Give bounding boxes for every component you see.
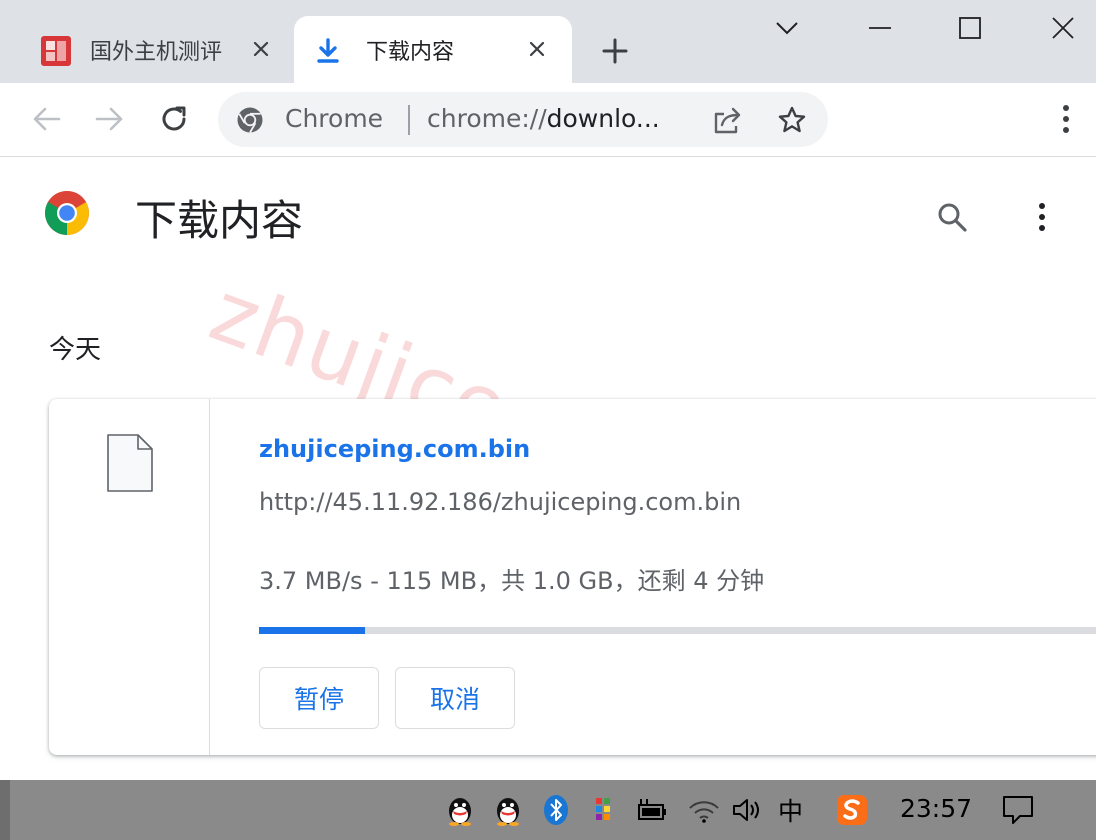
volume-icon[interactable] <box>730 792 766 828</box>
close-icon <box>1052 17 1074 39</box>
tab-close-icon[interactable] <box>520 32 554 66</box>
close-window-button[interactable] <box>1038 6 1088 50</box>
qq-icon[interactable] <box>490 792 526 828</box>
chevron-down-icon <box>776 22 798 35</box>
bluetooth-icon[interactable] <box>538 792 574 828</box>
tab-title: 国外主机测评 <box>90 40 223 65</box>
minimize-button[interactable] <box>855 6 905 50</box>
download-item-card: zhujiceping.com.bin http://45.11.92.186/… <box>49 399 1096 755</box>
chrome-site-icon <box>237 107 263 133</box>
battery-icon[interactable] <box>634 792 670 828</box>
download-source-url: http://45.11.92.186/zhujiceping.com.bin <box>259 488 742 516</box>
share-button[interactable] <box>710 102 746 138</box>
url-scheme: chrome:// <box>427 104 547 133</box>
tab-title: 下载内容 <box>366 40 455 65</box>
forward-button[interactable] <box>88 97 132 141</box>
browser-menu-button[interactable] <box>1048 99 1084 139</box>
share-icon <box>714 107 741 134</box>
file-icon <box>107 434 153 492</box>
notification-icon <box>1003 796 1033 824</box>
url-path: downlo... <box>546 104 660 133</box>
pause-button[interactable]: 暂停 <box>259 667 379 729</box>
tab-close-icon[interactable] <box>244 32 278 66</box>
browser-toolbar: Chrome chrome://downlo... <box>0 83 1096 157</box>
new-tab-button[interactable] <box>596 32 634 70</box>
download-icon <box>317 38 339 63</box>
tab-downloads[interactable]: 下载内容 <box>294 16 572 83</box>
reload-icon <box>162 106 186 131</box>
download-progress-bar <box>259 627 1096 634</box>
reload-button[interactable] <box>152 97 196 141</box>
downloads-page: 下载内容 zhujiceping.com 今天 zhujiceping.com.… <box>0 157 1096 780</box>
omnibox[interactable]: Chrome chrome://downlo... <box>218 92 828 147</box>
download-progress-fill <box>259 627 365 634</box>
arrow-right-icon <box>95 107 123 131</box>
app-tray-icon[interactable] <box>586 792 622 828</box>
notification-center-button[interactable] <box>998 791 1038 829</box>
maximize-icon <box>959 17 981 39</box>
more-vert-icon <box>1039 203 1045 231</box>
site-favicon-icon <box>41 36 71 66</box>
downloads-more-button[interactable] <box>1022 193 1062 241</box>
date-header: 今天 <box>49 335 102 365</box>
qq-icon[interactable] <box>442 792 478 828</box>
omnibox-divider <box>408 105 410 135</box>
tab-strip: 国外主机测评 下载内容 <box>0 0 1096 83</box>
plus-icon <box>602 38 628 64</box>
search-icon <box>938 203 967 232</box>
search-downloads-button[interactable] <box>928 193 976 241</box>
windows-taskbar: 中 23:57 <box>0 780 1096 840</box>
cancel-button[interactable]: 取消 <box>395 667 515 729</box>
more-vert-icon <box>1063 105 1069 133</box>
chrome-logo-icon <box>45 191 89 235</box>
tab-search-button[interactable] <box>762 6 812 50</box>
arrow-left-icon <box>33 107 61 131</box>
minimize-icon <box>869 27 891 29</box>
download-status: 3.7 MB/s - 115 MB，共 1.0 GB，还剩 4 分钟 <box>259 567 765 595</box>
maximize-button[interactable] <box>945 6 995 50</box>
page-title: 下载内容 <box>135 196 304 245</box>
star-icon <box>778 106 806 133</box>
wifi-icon[interactable] <box>686 792 722 828</box>
sogou-ime-icon[interactable] <box>834 792 870 828</box>
tab-zhujiceping[interactable]: 国外主机测评 <box>22 16 292 83</box>
bookmark-star-button[interactable] <box>774 102 810 138</box>
omnibox-site-name: Chrome <box>285 104 384 133</box>
back-button[interactable] <box>24 97 68 141</box>
file-icon-column <box>49 399 210 755</box>
taskbar-clock[interactable]: 23:57 <box>900 794 972 823</box>
omnibox-url[interactable]: chrome://downlo... <box>427 104 687 133</box>
ime-indicator[interactable]: 中 <box>778 792 803 828</box>
download-file-name-link[interactable]: zhujiceping.com.bin <box>259 435 530 463</box>
taskbar-left-edge <box>0 780 10 840</box>
